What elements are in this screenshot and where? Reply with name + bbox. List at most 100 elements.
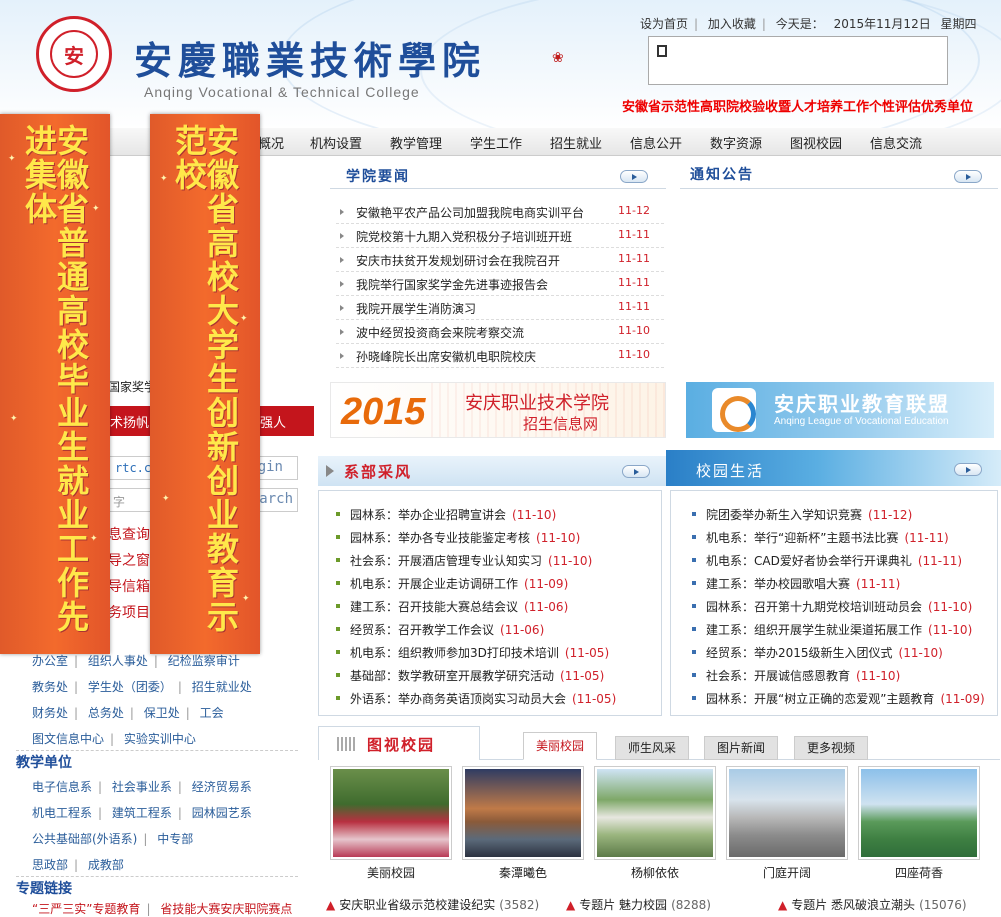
link-security[interactable]: 保卫处 bbox=[144, 706, 180, 720]
college-news-title[interactable]: 学院要闻 bbox=[346, 166, 410, 186]
nav-item-overview[interactable]: 概况 bbox=[258, 133, 284, 152]
photo-caption[interactable]: 门庭开阔 bbox=[726, 864, 848, 881]
tab-teachers-students[interactable]: 师生风采 bbox=[615, 736, 690, 760]
set-home-link[interactable]: 设为首页 bbox=[640, 17, 688, 31]
nav-item-students[interactable]: 学生工作 bbox=[470, 133, 522, 152]
more-button[interactable] bbox=[622, 465, 650, 478]
nav-item-disclosure[interactable]: 信息公开 bbox=[630, 133, 682, 152]
photo-thumbnail[interactable] bbox=[726, 766, 848, 860]
school-name-cn[interactable]: 安慶職業技術學院 bbox=[134, 30, 486, 85]
nav-item-digital[interactable]: 数字资源 bbox=[710, 133, 762, 152]
link-adult-education[interactable]: 成教部 bbox=[88, 858, 124, 872]
nav-item-orgs[interactable]: 机构设置 bbox=[310, 133, 362, 152]
link-hr[interactable]: 组织人事处 bbox=[88, 654, 148, 668]
news-list-item[interactable]: 孙晓峰院长出席安徽机电职院校庆 11-10 bbox=[336, 344, 664, 368]
link-office[interactable]: 办公室 bbox=[32, 654, 68, 668]
link-student-affairs[interactable]: 学生处（团委） bbox=[88, 680, 172, 694]
header-embed-box[interactable] bbox=[648, 36, 948, 85]
sparkle-icon: ✦ bbox=[10, 414, 18, 424]
news-list-item[interactable]: 波中经贸投资商会来院考察交流 11-10 bbox=[336, 320, 664, 344]
quick-link-mailbox[interactable]: 导信箱 bbox=[108, 576, 150, 596]
evaluation-notice: 安徽省示范性高职院校验收暨人才培养工作个性评估优秀单位 bbox=[622, 100, 974, 115]
scholarship-link-partial[interactable]: 国家奖学 bbox=[108, 378, 156, 395]
search-input[interactable]: 字 bbox=[113, 493, 125, 510]
admin-links-row: 图文信息中心 | 实验实训中心 bbox=[32, 732, 196, 746]
link-finance[interactable]: 财务处 bbox=[32, 706, 68, 720]
link-gardening[interactable]: 园林园艺系 bbox=[192, 806, 252, 820]
link-mechanical[interactable]: 机电工程系 bbox=[32, 806, 92, 820]
quick-link-window[interactable]: 导之窗 bbox=[108, 550, 150, 570]
video-link[interactable]: ▲ 专题片 悉风破浪立潮头 (15076) bbox=[778, 896, 967, 913]
photo-thumbnail[interactable] bbox=[462, 766, 584, 860]
link-union[interactable]: 工会 bbox=[200, 706, 224, 720]
more-button[interactable] bbox=[954, 463, 982, 476]
campus-life-title[interactable]: 校园生活 bbox=[696, 460, 764, 481]
search-button[interactable]: arch bbox=[259, 491, 293, 507]
photo-thumbnail[interactable] bbox=[858, 766, 980, 860]
news-list-item[interactable]: 我院举行国家奖学金先进事迹报告会 11-11 bbox=[336, 272, 664, 296]
video-link[interactable]: ▲ 专题片 魅力校园 (8288) bbox=[566, 896, 711, 913]
photo-caption[interactable]: 美丽校园 bbox=[330, 864, 452, 881]
photo-caption[interactable]: 杨柳依依 bbox=[594, 864, 716, 881]
link-politics[interactable]: 思政部 bbox=[32, 858, 68, 872]
tab-beautiful-campus[interactable]: 美丽校园 bbox=[523, 732, 598, 760]
nav-item-gallery[interactable]: 图视校园 bbox=[790, 133, 842, 152]
link-training-center[interactable]: 实验实训中心 bbox=[124, 732, 196, 746]
link-secondary[interactable]: 中专部 bbox=[157, 832, 193, 846]
video-link[interactable]: ▲ 安庆职业省级示范校建设纪实 (3582) bbox=[326, 896, 539, 913]
photo-campus-title[interactable]: 图视校园 bbox=[367, 734, 435, 755]
photo-caption[interactable]: 四座荷香 bbox=[858, 864, 980, 881]
dept-style-title[interactable]: 系部采风 bbox=[344, 461, 412, 482]
tab-photo-news[interactable]: 图片新闻 bbox=[704, 736, 779, 760]
news-list-item[interactable]: 我院开展学生消防演习 11-11 bbox=[336, 296, 664, 320]
link-general[interactable]: 总务处 bbox=[88, 706, 124, 720]
league-title: 安庆职业教育联盟 bbox=[774, 392, 950, 416]
link-foundation[interactable]: 公共基础部(外语系) bbox=[32, 832, 137, 846]
link-economics[interactable]: 经济贸易系 bbox=[192, 780, 252, 794]
tab-more-videos[interactable]: 更多视频 bbox=[794, 736, 869, 760]
article-title: 机电系：开展企业走访调研工作 bbox=[350, 577, 519, 591]
quick-link-services[interactable]: 务项目 bbox=[108, 602, 150, 622]
divider bbox=[16, 750, 298, 751]
promo-subtitle: 招生信息网 bbox=[523, 415, 599, 433]
photo-thumbnail[interactable] bbox=[330, 766, 452, 860]
link-construction[interactable]: 建筑工程系 bbox=[112, 806, 172, 820]
floating-banner-innovation[interactable]: ✦ ✦ ✦ ✦ 安徽省高校大学生创新创业教育示范校 bbox=[150, 114, 260, 654]
divider bbox=[16, 876, 298, 877]
news-list-item[interactable]: 安庆市扶贫开发规划研讨会在我院召开 11-11 bbox=[336, 248, 664, 272]
more-button[interactable] bbox=[954, 170, 982, 183]
link-electronics[interactable]: 电子信息系 bbox=[32, 780, 92, 794]
login-button[interactable]: gin bbox=[258, 459, 283, 475]
more-button[interactable] bbox=[620, 170, 648, 183]
bullet-icon bbox=[336, 558, 340, 562]
photo-campus-header: 图视校园 美丽校园 师生风采 图片新闻 更多视频 bbox=[318, 726, 1000, 760]
article-title-wrap: 经贸系：举办2015级新生入团仪式 (11-10) bbox=[706, 644, 943, 661]
topic-link[interactable]: “三严三实”专题教育 bbox=[32, 902, 140, 916]
article-date: (11-05) bbox=[572, 692, 617, 706]
nav-item-admissions[interactable]: 招生就业 bbox=[550, 133, 602, 152]
school-seal-logo[interactable]: 安 bbox=[36, 16, 112, 92]
news-list-item[interactable]: 院党校第十九期入党积极分子培训班开班 11-11 bbox=[336, 224, 664, 248]
link-admissions[interactable]: 招生就业处 bbox=[192, 680, 252, 694]
link-discipline[interactable]: 纪检监察审计 bbox=[168, 654, 240, 668]
bullet-icon bbox=[336, 535, 340, 539]
admissions-promo-banner[interactable]: 2015 安庆职业技术学院 招生信息网 bbox=[330, 382, 666, 438]
notices-title[interactable]: 通知公告 bbox=[690, 164, 754, 184]
nav-item-exchange[interactable]: 信息交流 bbox=[870, 133, 922, 152]
link-social[interactable]: 社会事业系 bbox=[112, 780, 172, 794]
quick-link-query[interactable]: 息查询 bbox=[108, 524, 150, 544]
add-favorite-link[interactable]: 加入收藏 bbox=[708, 17, 756, 31]
sparkle-icon: ✦ bbox=[242, 594, 250, 604]
topic-link[interactable]: 省技能大赛安庆职院赛点 bbox=[160, 902, 292, 916]
article-title-wrap: 社会系：开展酒店管理专业认知实习 (11-10) bbox=[350, 552, 592, 569]
news-list-item[interactable]: 安徽艳平农产品公司加盟我院电商实训平台 11-12 bbox=[336, 200, 664, 224]
article-title: 建工系：举办校园歌唱大赛 bbox=[706, 577, 851, 591]
league-promo-banner[interactable]: 安庆职业教育联盟 Anqing League of Vocational Edu… bbox=[686, 382, 994, 438]
link-library[interactable]: 图文信息中心 bbox=[32, 732, 104, 746]
news-date: 11-11 bbox=[618, 300, 650, 313]
photo-caption[interactable]: 秦潭曦色 bbox=[462, 864, 584, 881]
link-academic[interactable]: 教务处 bbox=[32, 680, 68, 694]
nav-item-teaching[interactable]: 教学管理 bbox=[390, 133, 442, 152]
floating-banner-employment[interactable]: ✦ ✦ ✦ ✦ 安徽省普通高校毕业生就业工作先进集体 bbox=[0, 114, 110, 654]
photo-thumbnail[interactable] bbox=[594, 766, 716, 860]
